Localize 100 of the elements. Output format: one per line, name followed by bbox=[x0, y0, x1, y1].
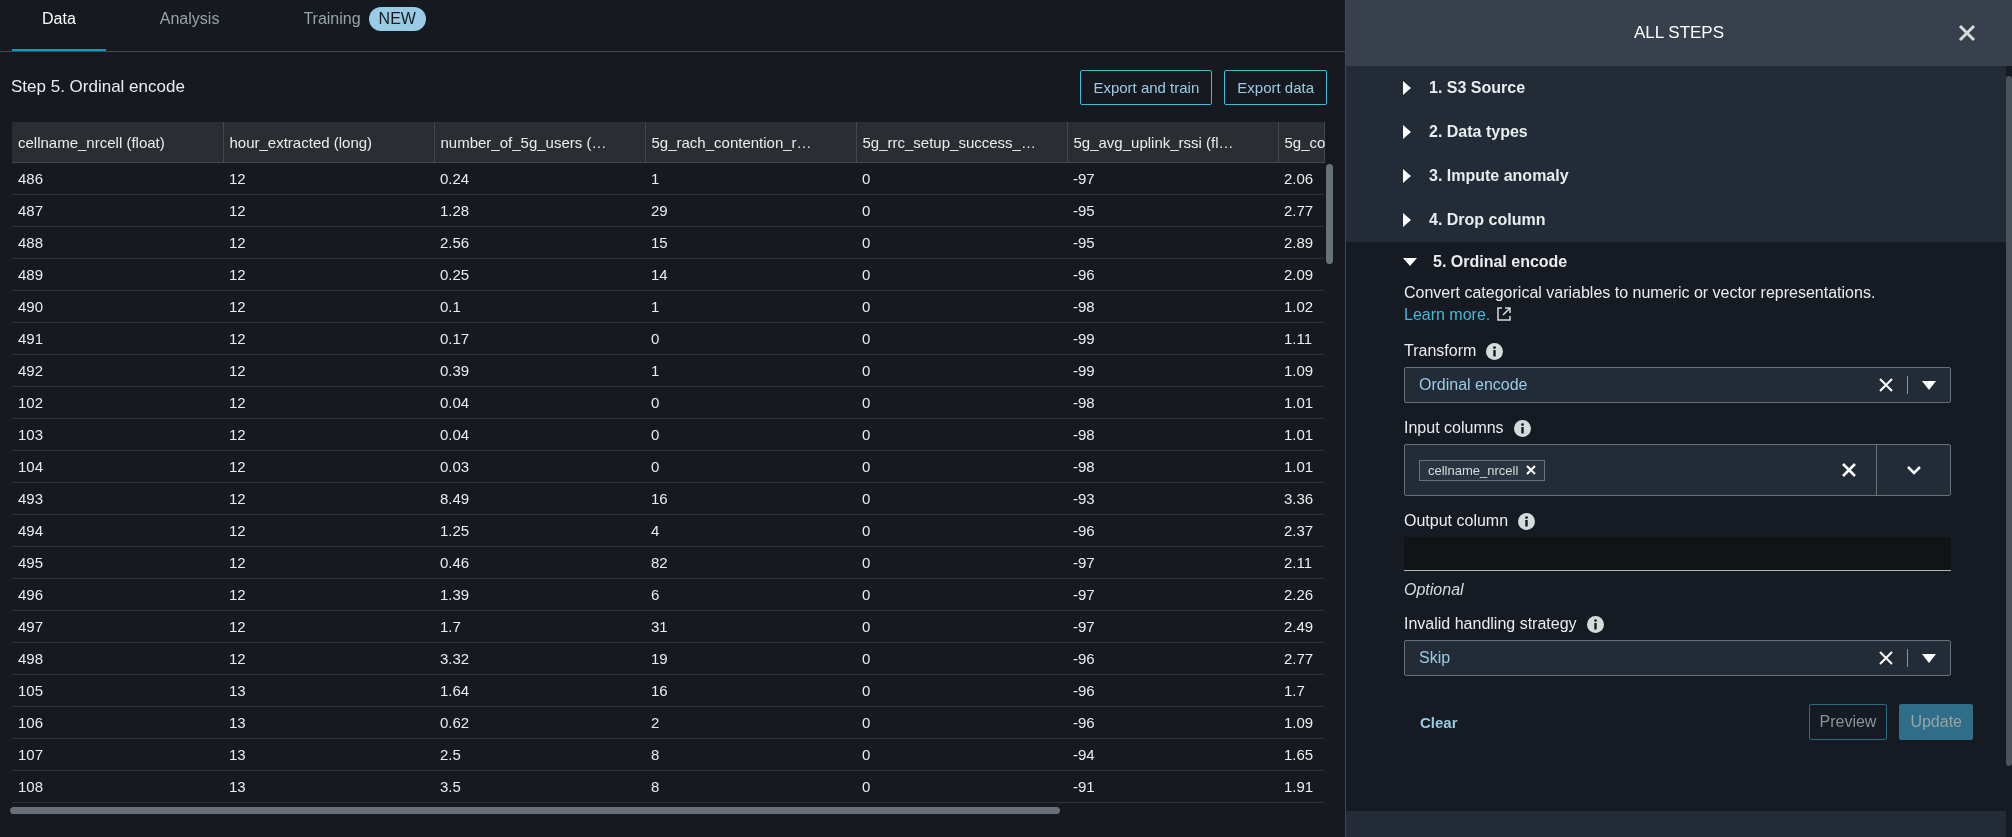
table-cell: 29 bbox=[645, 194, 856, 227]
table-cell: 13 bbox=[223, 770, 434, 803]
table-cell: 0 bbox=[856, 450, 1067, 483]
table-cell: -99 bbox=[1067, 354, 1278, 387]
table-cell: 12 bbox=[223, 162, 434, 195]
column-header[interactable]: 5g_avg_uplink_rssi (fl… bbox=[1067, 122, 1278, 163]
table-cell: 487 bbox=[12, 194, 223, 227]
table-cell: 0.25 bbox=[434, 258, 645, 291]
tab[interactable]: Analysis bbox=[129, 0, 250, 51]
clear-button[interactable]: Clear bbox=[1414, 712, 1464, 732]
table-cell: 498 bbox=[12, 642, 223, 675]
table-cell: 1.09 bbox=[1278, 354, 1324, 387]
table-cell: -97 bbox=[1067, 546, 1278, 579]
table-cell: 19 bbox=[645, 642, 856, 675]
export-button[interactable]: Export and train bbox=[1080, 69, 1213, 105]
clear-icon[interactable] bbox=[1879, 651, 1893, 665]
learn-more-link[interactable]: Learn more. bbox=[1404, 306, 1513, 323]
horizontal-scrollbar[interactable] bbox=[10, 807, 1060, 814]
field-hint: Optional bbox=[1404, 581, 1465, 599]
table-cell: 1.11 bbox=[1278, 322, 1324, 355]
clear-icon[interactable] bbox=[1879, 378, 1893, 392]
table-cell: 2.89 bbox=[1278, 226, 1324, 259]
field-label: Output column bbox=[1404, 512, 1509, 530]
input-field[interactable] bbox=[1404, 537, 1951, 571]
info-icon[interactable] bbox=[1518, 512, 1536, 530]
column-header[interactable]: number_of_5g_users (… bbox=[434, 122, 645, 163]
table-cell: 0 bbox=[645, 450, 856, 483]
table-cell: 2.77 bbox=[1278, 194, 1324, 227]
tab[interactable]: Training NEW bbox=[273, 0, 456, 51]
step-header[interactable]: 4. Drop column bbox=[1346, 198, 2006, 242]
caret-right-icon bbox=[1403, 213, 1411, 227]
table-cell: 12 bbox=[223, 546, 434, 579]
table-cell: 1.25 bbox=[434, 514, 645, 547]
table-cell: 0 bbox=[856, 610, 1067, 643]
external-link-icon[interactable] bbox=[1496, 306, 1513, 322]
table-cell: 489 bbox=[12, 258, 223, 291]
table-cell: 2.77 bbox=[1278, 642, 1324, 675]
close-icon[interactable] bbox=[1958, 24, 1976, 42]
table-cell: 13 bbox=[223, 738, 434, 771]
table-cell: 8.49 bbox=[434, 482, 645, 515]
table-cell: 488 bbox=[12, 226, 223, 259]
table-cell: -96 bbox=[1067, 514, 1278, 547]
table-cell: 0 bbox=[856, 386, 1067, 419]
column-header[interactable]: cellname_nrcell (float) bbox=[12, 122, 223, 163]
table-cell: -95 bbox=[1067, 226, 1278, 259]
column-header[interactable]: 5g_co bbox=[1278, 122, 1324, 163]
table-cell: 0.24 bbox=[434, 162, 645, 195]
table-cell: 1.7 bbox=[434, 610, 645, 643]
new-badge: NEW bbox=[368, 6, 426, 31]
column-header[interactable]: hour_extracted (long) bbox=[223, 122, 434, 163]
table-cell: 4 bbox=[645, 514, 856, 547]
table-cell: 0 bbox=[856, 322, 1067, 355]
table-cell: 0 bbox=[856, 514, 1067, 547]
table-cell: 1 bbox=[645, 290, 856, 323]
dropdown-icon[interactable] bbox=[1922, 653, 1936, 663]
table-cell: 106 bbox=[12, 706, 223, 739]
table-cell: 2.11 bbox=[1278, 546, 1324, 579]
table-cell: -91 bbox=[1067, 770, 1278, 803]
column-header[interactable]: 5g_rach_contention_r… bbox=[645, 122, 856, 163]
step-header[interactable]: 2. Data types bbox=[1346, 110, 2006, 154]
table-cell: -99 bbox=[1067, 322, 1278, 355]
step-header[interactable]: 5. Ordinal encode bbox=[1346, 242, 2006, 282]
table-cell: 0.04 bbox=[434, 386, 645, 419]
table-cell: 6 bbox=[645, 578, 856, 611]
table-cell: 108 bbox=[12, 770, 223, 803]
vertical-scrollbar[interactable] bbox=[2006, 76, 2012, 766]
table-cell: 12 bbox=[223, 418, 434, 451]
table-cell: 2.26 bbox=[1278, 578, 1324, 611]
info-icon[interactable] bbox=[1586, 615, 1604, 633]
select-field[interactable]: Ordinal encode bbox=[1404, 367, 1951, 403]
table-cell: -93 bbox=[1067, 482, 1278, 515]
table-cell: -98 bbox=[1067, 418, 1278, 451]
table-cell: 12 bbox=[223, 450, 434, 483]
caret-down-icon bbox=[1403, 258, 1417, 266]
table-cell: 105 bbox=[12, 674, 223, 707]
select-field[interactable]: Skip bbox=[1404, 640, 1951, 676]
table-cell: 1.64 bbox=[434, 674, 645, 707]
table-cell: 0.39 bbox=[434, 354, 645, 387]
table-cell: 0.03 bbox=[434, 450, 645, 483]
table-cell: 2.06 bbox=[1278, 162, 1324, 195]
vertical-scrollbar[interactable] bbox=[1325, 164, 1333, 264]
table-cell: -98 bbox=[1067, 386, 1278, 419]
table-cell: 492 bbox=[12, 354, 223, 387]
tab[interactable]: Data bbox=[12, 0, 106, 51]
export-button[interactable]: Export data bbox=[1224, 69, 1327, 105]
table-cell: 1.7 bbox=[1278, 674, 1324, 707]
step-header[interactable]: 3. Impute anomaly bbox=[1346, 154, 2006, 198]
dropdown-icon[interactable] bbox=[1922, 380, 1936, 390]
info-icon[interactable] bbox=[1513, 419, 1531, 437]
table-cell: 1.02 bbox=[1278, 290, 1324, 323]
info-icon[interactable] bbox=[1486, 342, 1504, 360]
table-cell: 107 bbox=[12, 738, 223, 771]
column-header[interactable]: 5g_rrc_setup_success_… bbox=[856, 122, 1067, 163]
table-cell: 14 bbox=[645, 258, 856, 291]
table-cell: 0 bbox=[856, 546, 1067, 579]
field-label: Transform bbox=[1404, 342, 1477, 360]
step-header[interactable]: 1. S3 Source bbox=[1346, 66, 2006, 110]
table-cell: 0.62 bbox=[434, 706, 645, 739]
table-cell: 12 bbox=[223, 226, 434, 259]
table-cell: 12 bbox=[223, 194, 434, 227]
